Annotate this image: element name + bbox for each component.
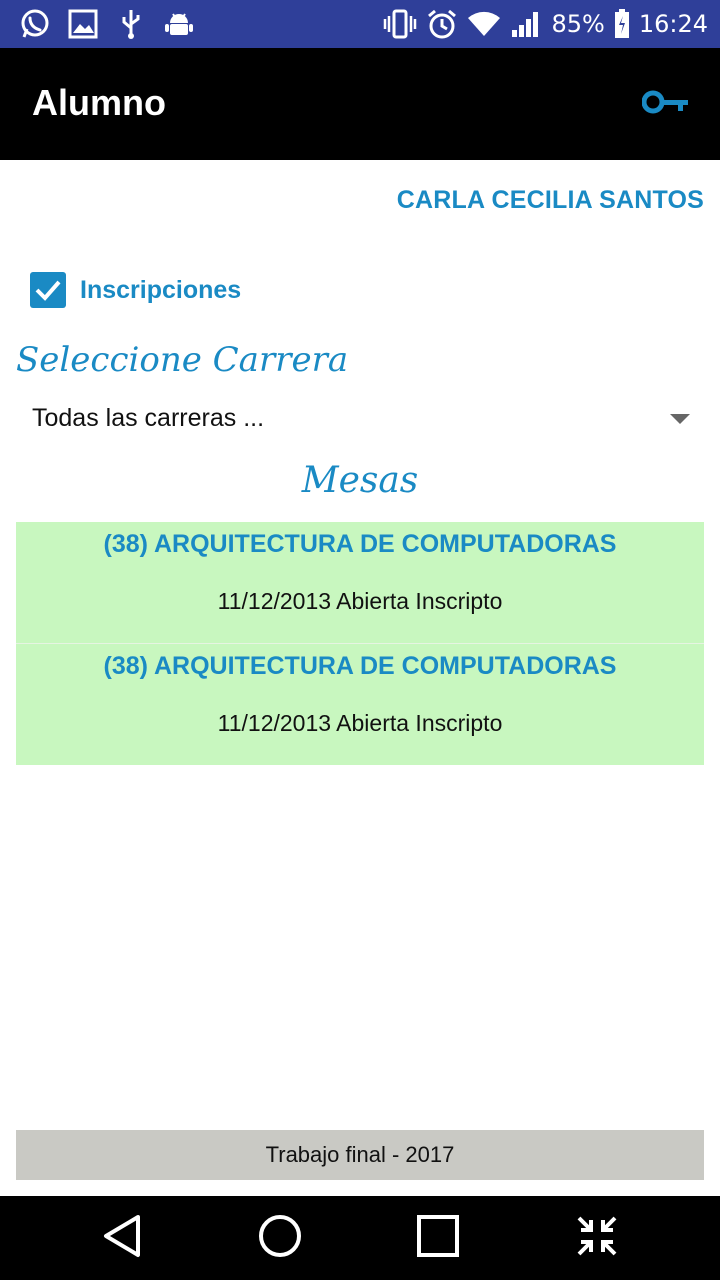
mesa-detail: 11/12/2013 Abierta Inscripto <box>217 588 503 614</box>
mesas-list: (38) ARQUITECTURA DE COMPUTADORAS 11/12/… <box>16 522 704 765</box>
footer: Trabajo final - 2017 <box>16 1130 704 1180</box>
inscripciones-label: Inscripciones <box>80 275 242 304</box>
list-item[interactable]: (38) ARQUITECTURA DE COMPUTADORAS 11/12/… <box>16 522 704 644</box>
carrera-selected-value: Todas las carreras ... <box>32 404 265 432</box>
app-bar: Alumno <box>0 48 720 160</box>
login-key-button[interactable] <box>640 86 692 122</box>
app-title: Alumno <box>32 82 166 123</box>
mesas-heading: Mesas <box>301 460 419 501</box>
gallery-icon <box>66 7 100 41</box>
collapse-button[interactable] <box>573 1214 621 1262</box>
inscripciones-checkbox[interactable]: Inscripciones <box>30 272 241 308</box>
footer-text: Trabajo final - 2017 <box>265 1142 455 1167</box>
whatsapp-icon <box>18 7 52 41</box>
alarm-icon <box>425 7 459 41</box>
navigation-bar <box>0 1196 720 1280</box>
list-item[interactable]: (38) ARQUITECTURA DE COMPUTADORAS 11/12/… <box>16 644 704 765</box>
back-icon <box>101 1213 143 1264</box>
status-bar-notifications <box>18 6 196 42</box>
recents-button[interactable] <box>414 1214 462 1262</box>
status-bar-system: 85% 16:24 <box>383 6 708 42</box>
android-debug-icon <box>162 7 196 41</box>
home-icon <box>257 1213 303 1264</box>
vibrate-icon <box>383 7 417 41</box>
wifi-icon <box>467 7 501 41</box>
checkbox-checked-icon[interactable] <box>30 272 66 308</box>
mesa-detail: 11/12/2013 Abierta Inscripto <box>217 710 503 736</box>
status-bar: 85% 16:24 <box>0 0 720 48</box>
home-button[interactable] <box>256 1214 304 1262</box>
recents-icon <box>416 1214 460 1263</box>
carrera-dropdown[interactable]: Todas las carreras ... <box>16 396 704 442</box>
clock: 16:24 <box>638 10 708 38</box>
signal-icon <box>509 7 543 41</box>
battery-icon <box>613 7 631 41</box>
collapse-icon <box>575 1214 619 1263</box>
mesa-title: (38) ARQUITECTURA DE COMPUTADORAS <box>103 652 617 680</box>
back-button[interactable] <box>98 1214 146 1262</box>
usb-icon <box>114 7 148 41</box>
battery-percentage: 85% <box>551 10 605 38</box>
dropdown-arrow-icon <box>670 414 690 424</box>
mesa-title: (38) ARQUITECTURA DE COMPUTADORAS <box>103 530 617 558</box>
key-icon <box>641 88 690 121</box>
carrera-heading: Seleccione Carrera <box>16 340 349 380</box>
user-name: CARLA CECILIA SANTOS <box>396 186 704 214</box>
